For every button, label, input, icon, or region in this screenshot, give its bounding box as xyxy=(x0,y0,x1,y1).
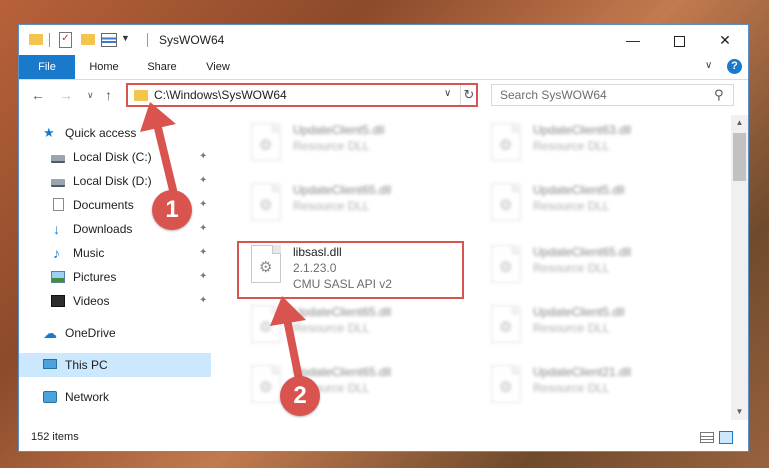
annotation-arrows xyxy=(140,102,306,388)
step-2-badge: 2 xyxy=(280,376,320,416)
arrow-to-libsasl xyxy=(270,296,306,388)
arrow-to-address-bar xyxy=(140,102,177,194)
step-1-badge: 1 xyxy=(152,190,192,230)
